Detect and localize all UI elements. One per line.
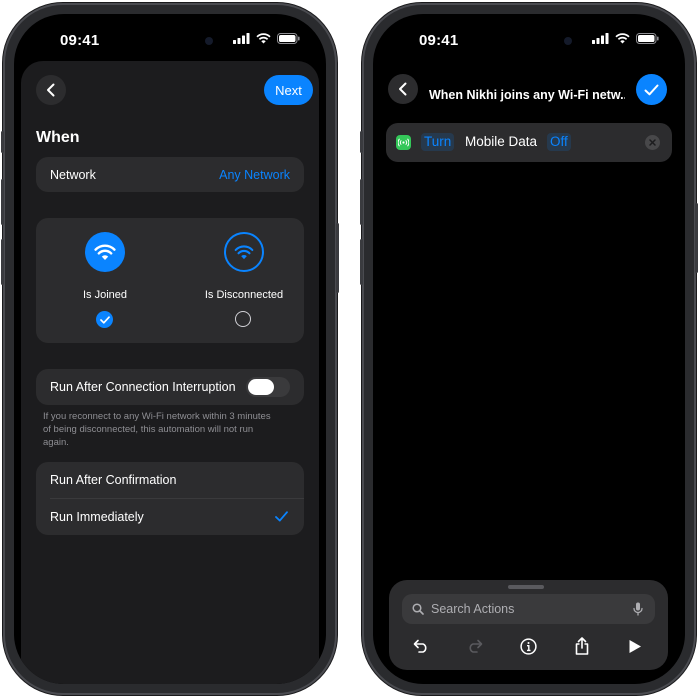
status-time: 09:41 [60, 32, 100, 49]
power-button [336, 223, 339, 293]
run-option-label: Run After Confirmation [50, 473, 177, 487]
network-label: Network [50, 168, 96, 182]
undo-button[interactable] [407, 632, 435, 660]
status-icons [592, 33, 659, 44]
run-options-card: Run After Confirmation Run Immediately [36, 462, 304, 535]
run-option-label: Run Immediately [50, 510, 144, 524]
network-row[interactable]: Network Any Network [36, 157, 304, 192]
remove-action-button[interactable] [645, 135, 660, 150]
cellular-app-icon [396, 135, 411, 150]
close-icon [649, 139, 656, 146]
checkmark-circle-icon[interactable] [96, 311, 113, 328]
status-time: 09:41 [419, 32, 459, 49]
volume-up-button [1, 179, 4, 225]
redo-button[interactable] [461, 632, 489, 660]
dynamic-island [127, 27, 225, 55]
status-bar: 09:41 [373, 14, 685, 66]
volume-down-button [1, 239, 4, 285]
info-button[interactable] [514, 632, 542, 660]
search-icon [412, 603, 424, 615]
done-button[interactable] [636, 74, 667, 105]
play-icon [629, 639, 641, 653]
sheet-grabber[interactable] [508, 585, 544, 589]
microphone-icon[interactable] [633, 602, 643, 616]
option-label: Is Joined [82, 289, 128, 301]
share-icon [575, 637, 589, 655]
left-screen: 09:41 Next When Network Any Network Is J… [14, 14, 326, 684]
volume-down-button [360, 239, 363, 285]
checkmark-icon [644, 84, 659, 95]
interruption-label: Run After Connection Interruption [50, 380, 236, 394]
search-placeholder: Search Actions [431, 602, 515, 616]
search-actions-field[interactable]: Search Actions [402, 594, 655, 624]
run-immediately-row[interactable]: Run Immediately [36, 499, 304, 535]
empty-circle-icon[interactable] [235, 311, 251, 327]
undo-icon [413, 639, 427, 653]
right-screen: 09:41 When Nikhi joins any Wi-Fi netw...… [373, 14, 685, 684]
volume-up-button [360, 179, 363, 225]
redo-icon [469, 639, 483, 653]
toggle-knob [248, 379, 274, 395]
next-button[interactable]: Next [264, 75, 313, 105]
actions-panel: Search Actions [389, 580, 668, 670]
option-label: Is Disconnected [204, 289, 284, 301]
verb-token[interactable]: Turn [421, 133, 455, 151]
wifi-status-icon [256, 33, 271, 44]
checkmark-icon [275, 511, 288, 522]
action-button [1, 131, 4, 153]
chevron-left-icon [399, 82, 407, 96]
power-button [695, 203, 698, 273]
interruption-toggle[interactable] [246, 377, 290, 397]
run-after-confirmation-row[interactable]: Run After Confirmation [36, 462, 304, 498]
info-icon [519, 637, 537, 655]
battery-icon [277, 33, 300, 44]
run-button[interactable] [621, 632, 649, 660]
connection-options-card: Is Joined Is Disconnected [36, 218, 304, 343]
interruption-footnote: If you reconnect to any Wi-Fi network wi… [43, 411, 271, 448]
network-value[interactable]: Any Network [219, 168, 290, 182]
automation-sheet: Next When Network Any Network Is Joined [21, 61, 319, 684]
section-title: When [36, 129, 80, 146]
state-token[interactable]: Off [547, 133, 571, 151]
back-button[interactable] [388, 74, 418, 104]
setting-token: Mobile Data [465, 134, 538, 149]
cellular-signal-icon [233, 33, 250, 44]
wifi-joined-icon [85, 232, 125, 272]
interruption-row: Run After Connection Interruption [36, 369, 304, 405]
wifi-disconnected-icon [224, 232, 264, 272]
back-button[interactable] [36, 75, 66, 105]
chevron-left-icon [47, 83, 55, 97]
action-block[interactable]: Turn Mobile Data Off [386, 123, 672, 162]
share-button[interactable] [568, 632, 596, 660]
battery-icon [636, 33, 659, 44]
shortcut-title[interactable]: When Nikhi joins any Wi-Fi netw... [429, 88, 625, 102]
left-phone: 09:41 Next When Network Any Network Is J… [1, 3, 339, 695]
right-phone: 09:41 When Nikhi joins any Wi-Fi netw...… [360, 3, 698, 695]
status-bar: 09:41 [14, 14, 326, 66]
cellular-signal-icon [592, 33, 609, 44]
dynamic-island [486, 27, 584, 55]
wifi-status-icon [615, 33, 630, 44]
status-icons [233, 33, 300, 44]
action-button [360, 131, 363, 153]
